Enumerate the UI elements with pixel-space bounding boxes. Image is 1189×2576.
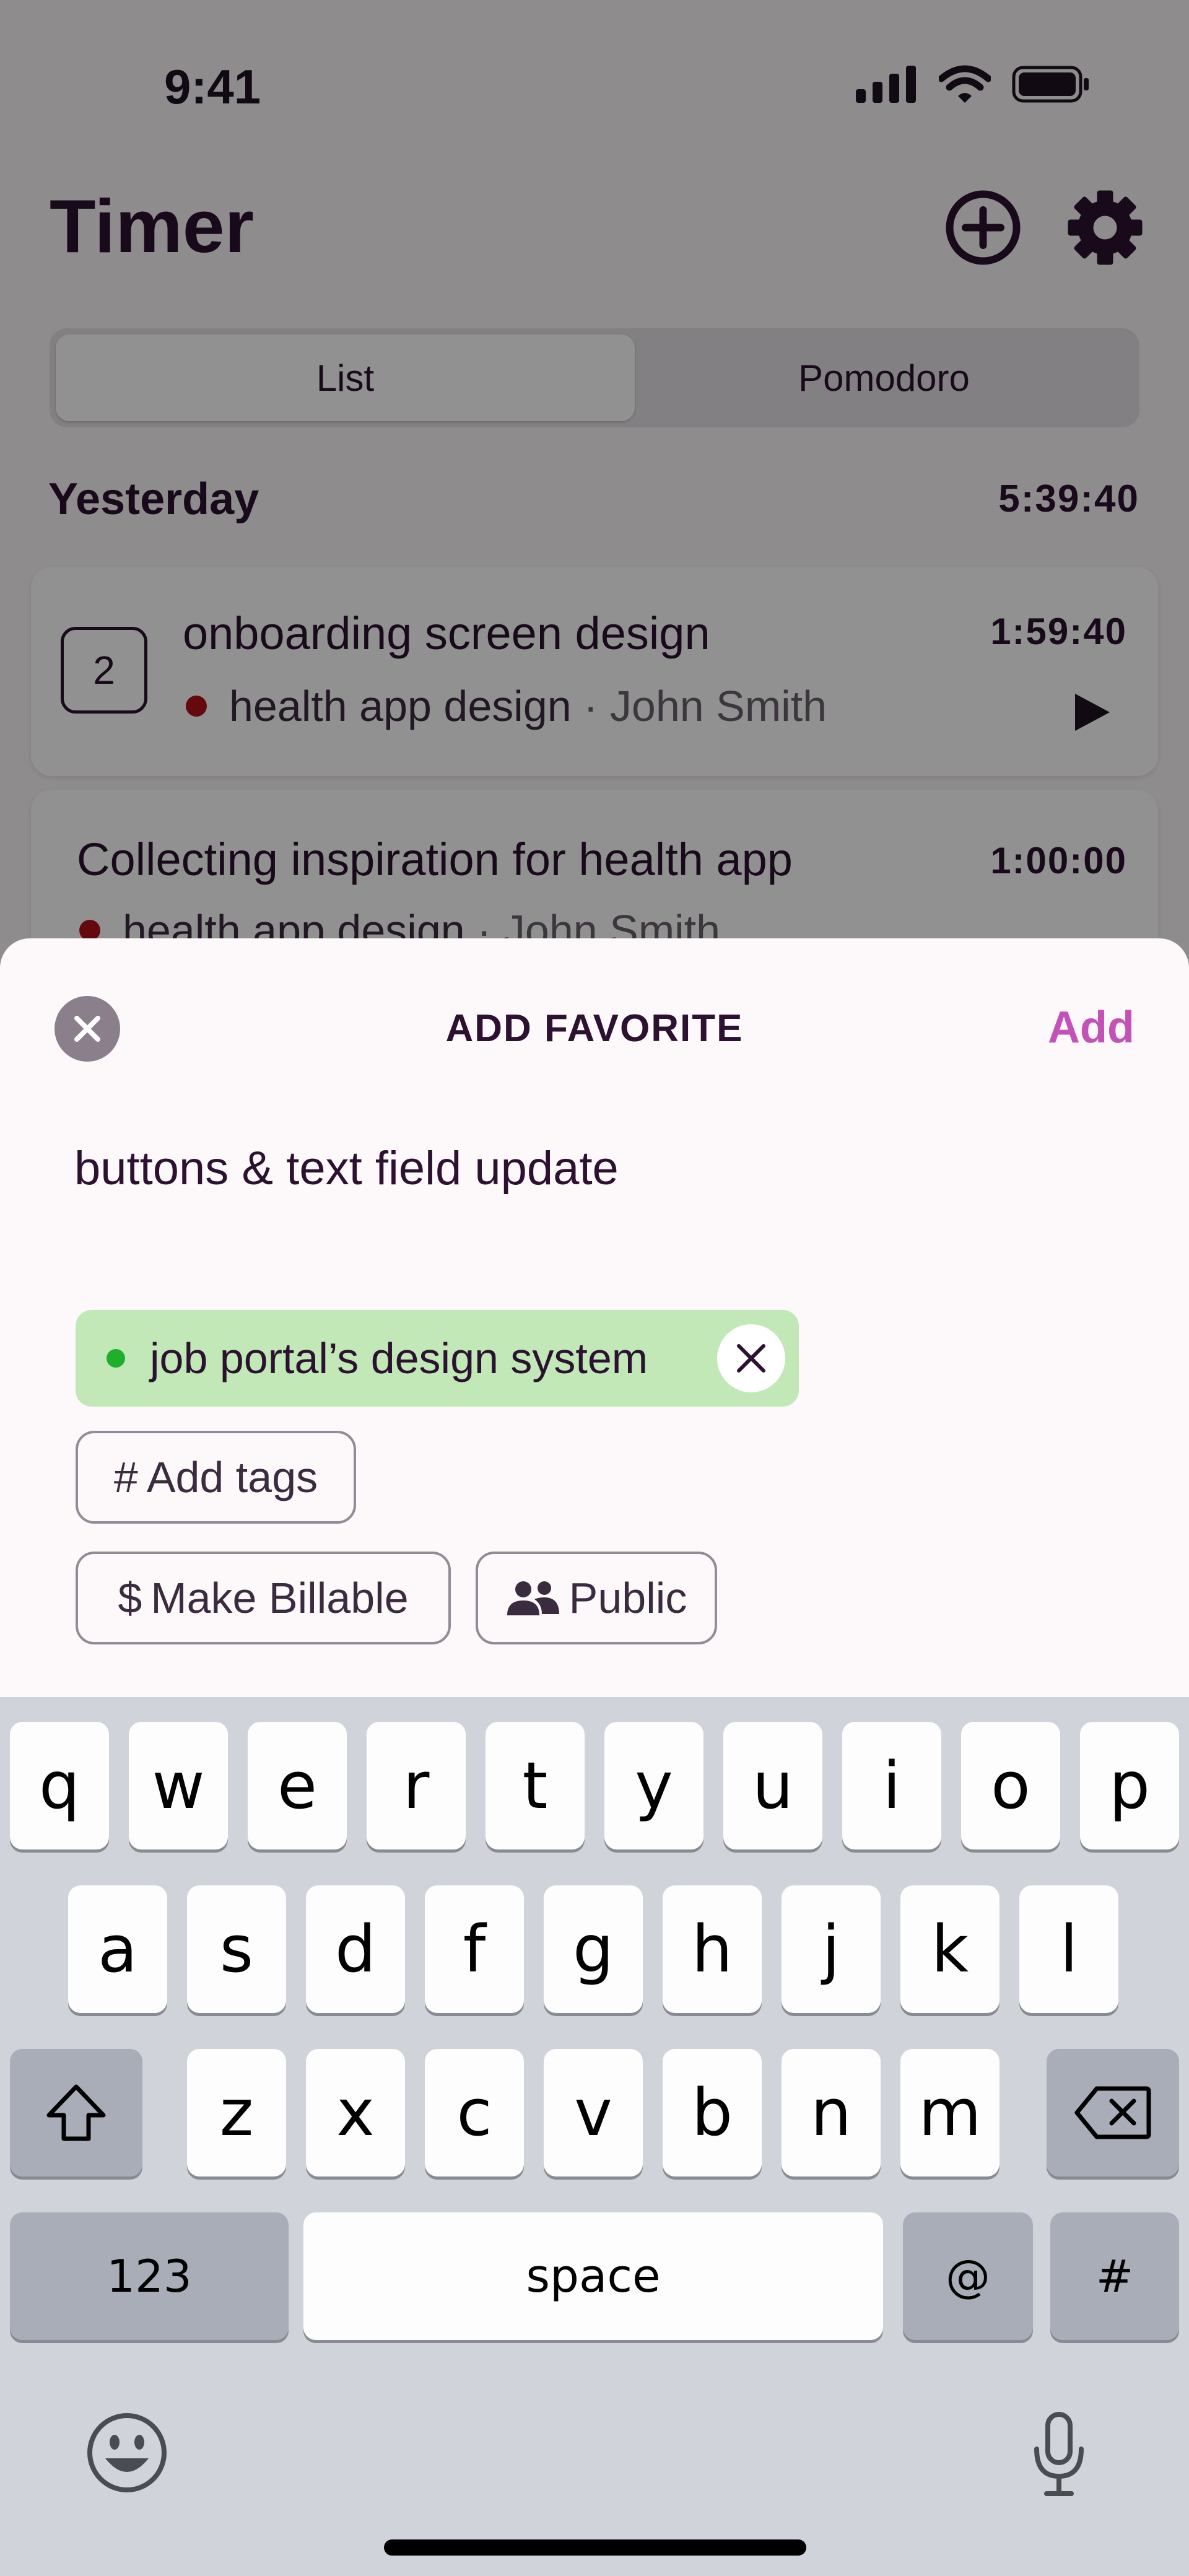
key-r[interactable]: r <box>367 1722 466 1849</box>
key-t[interactable]: t <box>486 1722 585 1849</box>
description-input[interactable] <box>74 1142 1115 1195</box>
dollar-icon: $ <box>118 1574 142 1622</box>
people-icon <box>507 1581 559 1615</box>
add-tags-button[interactable]: # Add tags <box>76 1431 356 1524</box>
make-billable-button[interactable]: $ Make Billable <box>76 1552 451 1644</box>
project-color-dot <box>107 1349 125 1368</box>
key-q[interactable]: q <box>10 1722 109 1849</box>
key-u[interactable]: u <box>723 1722 822 1849</box>
key-p[interactable]: p <box>1080 1722 1179 1849</box>
key-s[interactable]: s <box>187 1885 286 2013</box>
keyboard: q w e r t y u i o p a s d f g h j k l z … <box>0 1697 1189 2576</box>
key-m[interactable]: m <box>900 2049 1000 2177</box>
at-key[interactable]: @ <box>903 2212 1033 2340</box>
public-button[interactable]: Public <box>476 1552 717 1644</box>
add-favorite-sheet: ADD FAVORITE Add job portal’s design sys… <box>0 938 1189 1700</box>
add-button[interactable]: Add <box>1048 1002 1135 1053</box>
space-key[interactable]: space <box>303 2212 883 2340</box>
key-x[interactable]: x <box>306 2049 405 2177</box>
key-o[interactable]: o <box>961 1722 1060 1849</box>
key-f[interactable]: f <box>425 1885 524 2013</box>
hash-key[interactable]: # <box>1050 2212 1179 2340</box>
key-j[interactable]: j <box>782 1885 881 2013</box>
modal-backdrop[interactable] <box>0 0 1189 991</box>
key-g[interactable]: g <box>544 1885 643 2013</box>
key-n[interactable]: n <box>782 2049 881 2177</box>
sheet-title: ADD FAVORITE <box>445 1007 744 1050</box>
key-c[interactable]: c <box>425 2049 524 2177</box>
key-z[interactable]: z <box>187 2049 286 2177</box>
key-b[interactable]: b <box>663 2049 762 2177</box>
project-chip[interactable]: job portal’s design system <box>76 1310 799 1407</box>
project-chip-label: job portal’s design system <box>150 1334 648 1382</box>
key-k[interactable]: k <box>900 1885 1000 2013</box>
key-y[interactable]: y <box>604 1722 703 1849</box>
add-tags-label: Add tags <box>146 1453 318 1501</box>
key-a[interactable]: a <box>68 1885 167 2013</box>
microphone-icon[interactable] <box>1028 2411 1090 2497</box>
close-icon <box>737 1344 765 1373</box>
home-indicator <box>384 2539 806 2556</box>
key-h[interactable]: h <box>663 1885 762 2013</box>
public-label: Public <box>568 1574 687 1622</box>
backspace-key[interactable] <box>1047 2049 1179 2177</box>
make-billable-label: Make Billable <box>150 1574 409 1622</box>
backspace-icon <box>1074 2086 1151 2139</box>
shift-key[interactable] <box>10 2049 142 2177</box>
timer-list-screen: 9:41 Timer List Pomodoro Yesterday 5:39:… <box>0 0 1189 1037</box>
hash-icon: # <box>113 1453 138 1501</box>
key-d[interactable]: d <box>306 1885 405 2013</box>
key-i[interactable]: i <box>842 1722 941 1849</box>
remove-project-button[interactable] <box>717 1324 785 1392</box>
key-w[interactable]: w <box>129 1722 228 1849</box>
shift-icon <box>46 2084 106 2141</box>
key-v[interactable]: v <box>544 2049 643 2177</box>
emoji-icon[interactable] <box>87 2412 167 2493</box>
screen: 9:41 Timer List Pomodoro Yesterday 5:39:… <box>0 0 1189 2576</box>
numbers-key[interactable]: 123 <box>10 2212 289 2340</box>
key-l[interactable]: l <box>1019 1885 1118 2013</box>
key-e[interactable]: e <box>248 1722 347 1849</box>
